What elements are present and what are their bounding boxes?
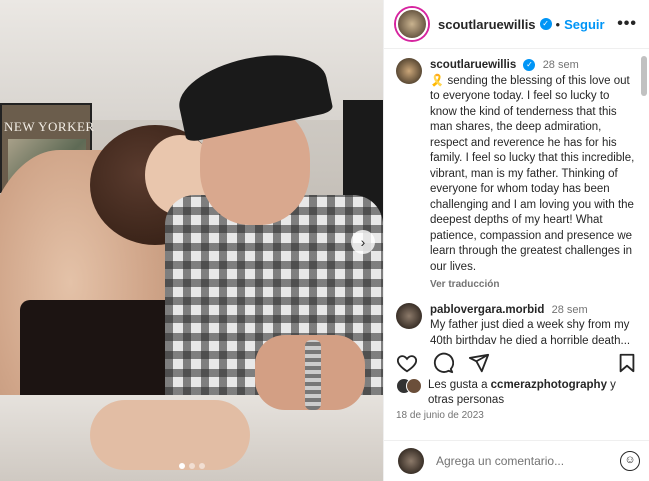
bookmark-icon[interactable] (616, 352, 638, 374)
comment-time[interactable]: 28 sem (552, 304, 588, 316)
comment-item: pablovergara.morbid 28 sem My father jus… (396, 302, 638, 344)
liker-username[interactable]: ccmerazphotography (491, 379, 607, 391)
add-comment-bar: Agrega un comentario... ☺ (384, 440, 649, 481)
comment-text: My father just died a week shy from my 4… (430, 319, 631, 344)
heart-icon[interactable] (396, 352, 418, 374)
verified-badge-icon: ✓ (523, 58, 536, 71)
more-options-icon[interactable]: ••• (617, 15, 637, 33)
current-user-avatar (398, 448, 424, 474)
post-photo[interactable]: NEW YORKER › (0, 0, 383, 481)
author-avatar[interactable] (396, 8, 428, 40)
caption-time[interactable]: 28 sem (543, 59, 579, 71)
author-username[interactable]: scoutlaruewillis (438, 17, 536, 32)
photo-bracelet (305, 340, 321, 410)
share-icon[interactable] (468, 352, 490, 374)
comment-avatar[interactable] (396, 302, 422, 329)
comment-username[interactable]: pablovergara.morbid (430, 304, 544, 316)
comment-input[interactable]: Agrega un comentario... (436, 454, 564, 468)
separator-dot: • (555, 16, 561, 32)
caption: scoutlaruewillis ✓ 28 sem 🎗️ sending the… (396, 58, 638, 293)
carousel-dot (178, 463, 185, 469)
verified-badge-icon: ✓ (539, 18, 552, 30)
caption-avatar[interactable] (396, 58, 422, 84)
caption-username[interactable]: scoutlaruewillis (430, 59, 516, 71)
caption-text: 🎗️ sending the blessing of this love out… (430, 74, 635, 273)
post-date[interactable]: 18 de junio de 2023 (396, 410, 484, 421)
follow-button[interactable]: Seguir (564, 17, 604, 32)
emoji-icon[interactable]: ☺ (620, 451, 640, 471)
post-detail-panel: scoutlaruewillis ✓ • Seguir ••• scoutlar… (383, 0, 649, 481)
likes-prefix: Les gusta a (428, 379, 491, 391)
carousel-dot (188, 463, 195, 469)
post-header: scoutlaruewillis ✓ • Seguir ••• (384, 0, 649, 49)
see-translation-link[interactable]: Ver traducción (430, 277, 638, 293)
carousel-indicator (0, 463, 383, 469)
photo-hands (90, 400, 250, 470)
carousel-dot (198, 463, 205, 469)
comments-list[interactable]: scoutlaruewillis ✓ 28 sem 🎗️ sending the… (384, 50, 649, 344)
liker-avatars[interactable] (396, 378, 422, 408)
poster-title: NEW YORKER (4, 119, 95, 134)
carousel-next-button[interactable]: › (351, 230, 375, 254)
likes-summary: Les gusta a ccmerazphotography y otras p… (396, 378, 636, 408)
comments-scrollbar[interactable] (641, 56, 647, 96)
action-bar (384, 348, 649, 378)
comment-icon[interactable] (432, 352, 454, 374)
